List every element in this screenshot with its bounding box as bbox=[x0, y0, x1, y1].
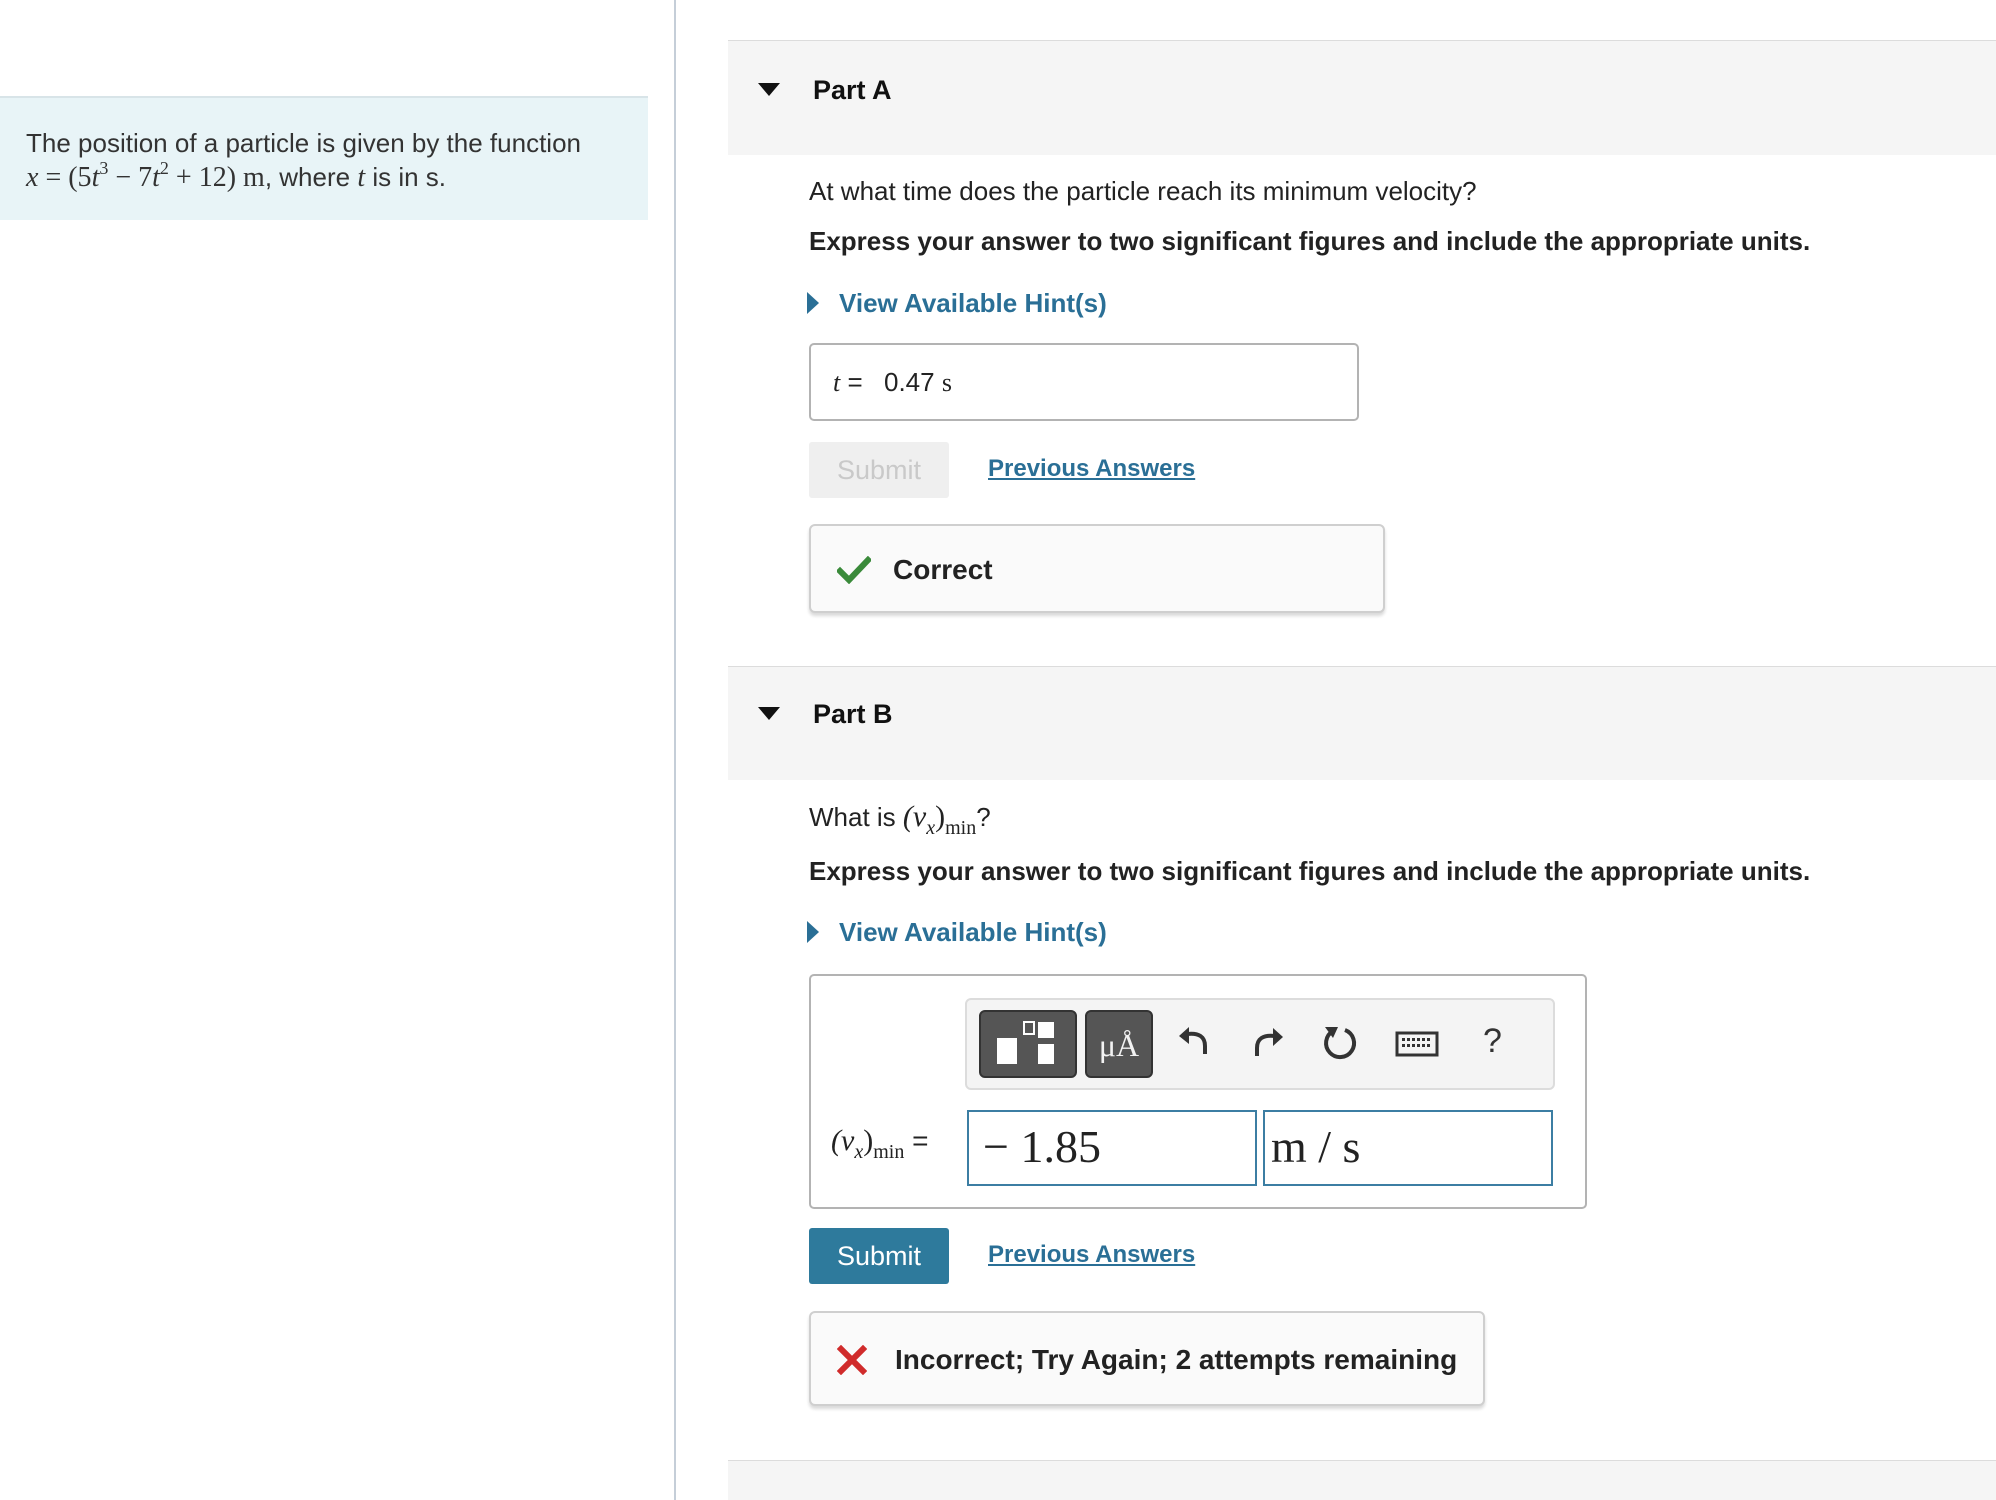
answer-label: (vx)min = bbox=[831, 1124, 929, 1163]
part-a-question: At what time does the particle reach its… bbox=[809, 176, 1477, 206]
x-mark-icon bbox=[837, 1345, 867, 1375]
part-a-hint-toggle[interactable]: View Available Hint(s) bbox=[807, 288, 1107, 319]
part-b-feedback: Incorrect; Try Again; 2 attempts remaini… bbox=[809, 1311, 1485, 1406]
answer-label: t = bbox=[833, 367, 863, 397]
part-a-title: Part A bbox=[813, 75, 892, 105]
expand-triangle-icon bbox=[807, 921, 819, 943]
value-input[interactable]: − 1.85 bbox=[967, 1110, 1257, 1186]
part-b-submit-button[interactable]: Submit bbox=[809, 1228, 949, 1284]
part-b-header[interactable]: Part B bbox=[728, 666, 1996, 780]
intro-line-2: x = (5t3 − 7t2 + 12) m, where t is in s. bbox=[26, 158, 447, 193]
part-b-previous-answers-link[interactable]: Previous Answers bbox=[988, 1241, 1195, 1269]
collapse-triangle-icon[interactable] bbox=[758, 707, 780, 720]
keyboard-icon[interactable] bbox=[1395, 1030, 1439, 1058]
part-b-instruction: Express your answer to two significant f… bbox=[809, 856, 1811, 886]
problem-intro: The position of a particle is given by t… bbox=[0, 96, 648, 220]
part-b-title: Part B bbox=[813, 699, 893, 729]
help-button[interactable]: ? bbox=[1483, 1022, 1502, 1061]
hint-label: View Available Hint(s) bbox=[839, 288, 1107, 318]
expand-triangle-icon bbox=[807, 292, 819, 314]
part-b-hint-toggle[interactable]: View Available Hint(s) bbox=[807, 917, 1107, 948]
part-a-previous-answers-link[interactable]: Previous Answers bbox=[988, 455, 1195, 483]
part-a-feedback: Correct bbox=[809, 524, 1385, 613]
units-button[interactable]: μÅ bbox=[1085, 1010, 1153, 1078]
intro-line-1: The position of a particle is given by t… bbox=[26, 128, 581, 158]
reset-icon[interactable] bbox=[1321, 1024, 1359, 1062]
part-a-instruction: Express your answer to two significant f… bbox=[809, 226, 1811, 256]
template-button[interactable] bbox=[979, 1010, 1077, 1078]
part-a-submit-button[interactable]: Submit bbox=[809, 442, 949, 498]
part-a-answer-field[interactable]: t = 0.47 s bbox=[809, 343, 1359, 421]
redo-icon[interactable] bbox=[1249, 1024, 1285, 1060]
undo-icon[interactable] bbox=[1177, 1024, 1213, 1060]
unit-input[interactable]: m / s bbox=[1263, 1110, 1553, 1186]
feedback-text: Correct bbox=[893, 554, 993, 585]
checkmark-icon bbox=[837, 556, 871, 584]
answer-value: 0.47 s bbox=[884, 367, 952, 397]
collapse-triangle-icon[interactable] bbox=[758, 83, 780, 96]
intro-equation: x = (5t3 − 7t2 + 12) m bbox=[26, 158, 265, 193]
template-icon bbox=[997, 1021, 1054, 1064]
equation-toolbar: μÅ ? bbox=[965, 998, 1555, 1090]
hint-label: View Available Hint(s) bbox=[839, 917, 1107, 947]
part-c-header[interactable] bbox=[728, 1460, 1996, 1500]
panel-divider bbox=[674, 0, 676, 1500]
part-b-answer-container: μÅ ? (vx)min = − 1.85 m / s bbox=[809, 974, 1587, 1209]
feedback-text: Incorrect; Try Again; 2 attempts remaini… bbox=[895, 1344, 1458, 1375]
part-a-header[interactable]: Part A bbox=[728, 40, 1996, 155]
part-b-question: What is (vx)min? bbox=[809, 800, 991, 839]
